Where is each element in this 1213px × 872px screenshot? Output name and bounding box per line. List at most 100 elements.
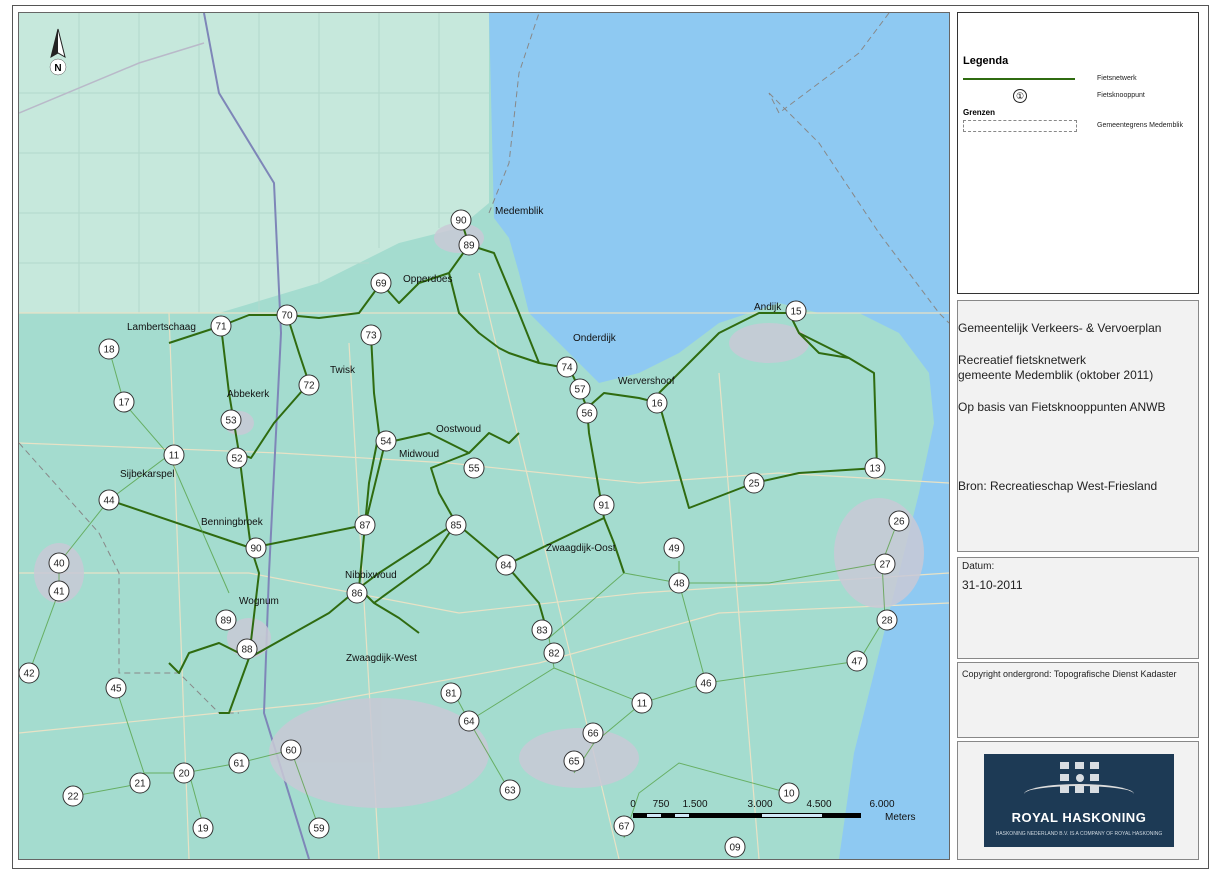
node-number: 46 bbox=[700, 679, 712, 690]
node-marker[interactable]: 25 bbox=[743, 472, 765, 494]
node-marker[interactable]: 88 bbox=[236, 638, 258, 660]
node-number: 42 bbox=[23, 669, 35, 680]
node-marker[interactable]: 70 bbox=[276, 304, 298, 326]
node-marker[interactable]: 16 bbox=[646, 392, 668, 414]
node-marker[interactable]: 54 bbox=[375, 430, 397, 452]
node-number: 45 bbox=[110, 684, 122, 695]
node-marker[interactable]: 87 bbox=[354, 514, 376, 536]
node-marker[interactable]: 40 bbox=[48, 552, 70, 574]
title-line-3: gemeente Medemblik (oktober 2011) bbox=[958, 368, 1154, 382]
node-number: 09 bbox=[729, 843, 741, 854]
node-number: 91 bbox=[598, 501, 610, 512]
node-marker[interactable]: 11 bbox=[163, 444, 185, 466]
node-number: 17 bbox=[118, 398, 130, 409]
map-view[interactable]: Medemblik Opperdoes Lambertschaag Twisk … bbox=[18, 12, 950, 860]
node-number: 60 bbox=[285, 746, 297, 757]
node-number: 85 bbox=[450, 521, 462, 532]
node-number: 55 bbox=[468, 464, 480, 475]
node-marker[interactable]: 73 bbox=[360, 324, 382, 346]
node-number: 11 bbox=[169, 451, 180, 462]
node-marker[interactable]: 11 bbox=[631, 692, 653, 714]
node-marker[interactable]: 45 bbox=[105, 677, 127, 699]
node-number: 11 bbox=[637, 699, 648, 710]
node-marker[interactable]: 48 bbox=[668, 572, 690, 594]
title-panel: Gemeentelijk Verkeers- & Vervoerplan Rec… bbox=[957, 300, 1199, 552]
node-marker[interactable]: 65 bbox=[563, 750, 585, 772]
node-marker[interactable]: 56 bbox=[576, 402, 598, 424]
node-marker[interactable]: 15 bbox=[785, 300, 807, 322]
node-number: 47 bbox=[851, 657, 863, 668]
node-number: 83 bbox=[536, 626, 548, 637]
node-marker[interactable]: 26 bbox=[888, 510, 910, 532]
node-number: 61 bbox=[233, 759, 245, 770]
node-marker[interactable]: 53 bbox=[220, 409, 242, 431]
node-marker[interactable]: 46 bbox=[695, 672, 717, 694]
royal-haskoning-logo: ROYAL HASKONING HASKONING NEDERLAND B.V.… bbox=[984, 754, 1174, 847]
node-marker[interactable]: 59 bbox=[308, 817, 330, 839]
node-marker[interactable]: 61 bbox=[228, 752, 250, 774]
node-marker[interactable]: 20 bbox=[173, 762, 195, 784]
node-marker[interactable]: 22 bbox=[62, 785, 84, 807]
node-number: 44 bbox=[103, 496, 115, 507]
node-marker[interactable]: 90 bbox=[450, 209, 472, 231]
node-number: 72 bbox=[303, 381, 315, 392]
copyright-panel: Copyright ondergrond: Topografische Dien… bbox=[957, 662, 1199, 738]
north-label: N bbox=[54, 63, 61, 74]
node-marker[interactable]: 71 bbox=[210, 315, 232, 337]
node-markers: 90 89 69 70 71 73 72 53 52 54 55 74 57 56 16 15 13 25 26 91… bbox=[19, 209, 910, 858]
node-number: 57 bbox=[574, 385, 586, 396]
node-number: 66 bbox=[587, 729, 599, 740]
node-marker[interactable]: 72 bbox=[298, 374, 320, 396]
node-marker[interactable]: 42 bbox=[19, 662, 40, 684]
node-marker[interactable]: 89 bbox=[458, 234, 480, 256]
node-number: 13 bbox=[869, 464, 881, 475]
node-marker[interactable]: 41 bbox=[48, 580, 70, 602]
node-marker[interactable]: 82 bbox=[543, 642, 565, 664]
node-marker[interactable]: 52 bbox=[226, 447, 248, 469]
node-number: 20 bbox=[178, 769, 190, 780]
node-marker[interactable]: 09 bbox=[724, 836, 746, 858]
scale-tick: 4.500 bbox=[806, 799, 831, 810]
node-number: 28 bbox=[881, 616, 893, 627]
node-number: 64 bbox=[463, 717, 475, 728]
node-marker[interactable]: 66 bbox=[582, 722, 604, 744]
node-number: 63 bbox=[504, 786, 516, 797]
scale-tick: 750 bbox=[653, 799, 670, 810]
node-number: 54 bbox=[380, 437, 392, 448]
node-number: 53 bbox=[225, 416, 237, 427]
legend-title: Legenda bbox=[963, 55, 1009, 67]
node-marker[interactable]: 84 bbox=[495, 554, 517, 576]
node-marker[interactable]: 27 bbox=[874, 553, 896, 575]
node-marker[interactable]: 74 bbox=[556, 356, 578, 378]
node-marker[interactable]: 19 bbox=[192, 817, 214, 839]
node-marker[interactable]: 55 bbox=[463, 457, 485, 479]
node-number: 88 bbox=[241, 645, 253, 656]
node-number: 48 bbox=[673, 579, 685, 590]
node-marker[interactable]: 81 bbox=[440, 682, 462, 704]
node-marker[interactable]: 69 bbox=[370, 272, 392, 294]
node-marker[interactable]: 63 bbox=[499, 779, 521, 801]
node-marker[interactable]: 21 bbox=[129, 772, 151, 794]
node-marker[interactable]: 83 bbox=[531, 619, 553, 641]
node-marker[interactable]: 47 bbox=[846, 650, 868, 672]
node-marker[interactable]: 17 bbox=[113, 391, 135, 413]
node-marker[interactable]: 90 bbox=[245, 537, 267, 559]
node-marker[interactable]: 91 bbox=[593, 494, 615, 516]
legend-panel: Legenda Fietsnetwerk ① Fietsknooppunt Gr… bbox=[957, 12, 1199, 294]
node-marker[interactable]: 28 bbox=[876, 609, 898, 631]
node-marker[interactable]: 44 bbox=[98, 489, 120, 511]
node-marker[interactable]: 13 bbox=[864, 457, 886, 479]
node-marker[interactable]: 64 bbox=[458, 710, 480, 732]
node-marker[interactable]: 49 bbox=[663, 537, 685, 559]
node-number: 82 bbox=[548, 649, 560, 660]
node-marker[interactable]: 18 bbox=[98, 338, 120, 360]
node-number: 89 bbox=[463, 241, 475, 252]
node-marker[interactable]: 85 bbox=[445, 514, 467, 536]
node-number: 27 bbox=[879, 560, 891, 571]
node-marker[interactable]: 86 bbox=[346, 582, 368, 604]
node-number: 22 bbox=[67, 792, 79, 803]
node-marker[interactable]: 89 bbox=[215, 609, 237, 631]
node-marker[interactable]: 60 bbox=[280, 739, 302, 761]
node-number: 15 bbox=[790, 307, 802, 318]
node-marker[interactable]: 57 bbox=[569, 378, 591, 400]
